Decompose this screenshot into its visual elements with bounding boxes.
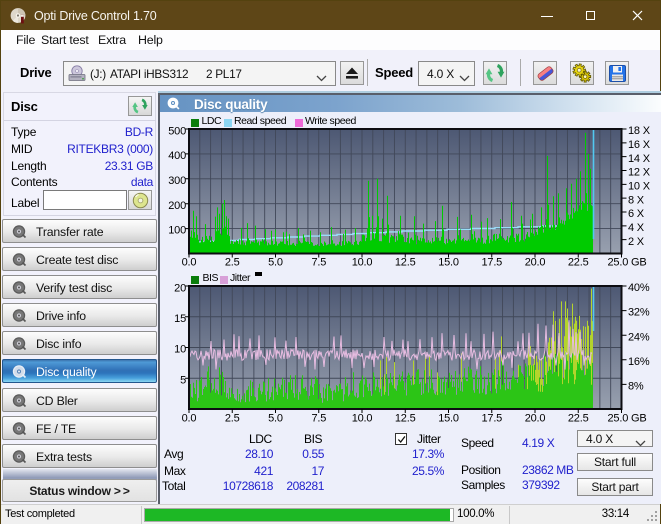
svg-text:22.5: 22.5 (568, 413, 589, 425)
svg-text:25.0 GB: 25.0 GB (608, 257, 647, 269)
svg-text:20.0: 20.0 (525, 413, 546, 425)
svg-text:10 X: 10 X (628, 180, 651, 192)
svg-text:8 X: 8 X (628, 194, 645, 206)
svg-text:24%: 24% (628, 331, 650, 343)
svg-text:16%: 16% (628, 356, 650, 368)
svg-text:10.0: 10.0 (352, 413, 373, 425)
svg-text:500: 500 (168, 126, 186, 138)
svg-text:4 X: 4 X (628, 222, 645, 234)
svg-text:6 X: 6 X (628, 208, 645, 220)
svg-text:32%: 32% (628, 307, 650, 319)
svg-text:7.5: 7.5 (311, 257, 326, 269)
svg-text:400: 400 (168, 150, 186, 162)
svg-text:15.0: 15.0 (438, 413, 459, 425)
svg-text:18 X: 18 X (628, 125, 651, 137)
svg-text:40%: 40% (628, 282, 650, 294)
svg-text:200: 200 (168, 200, 186, 212)
svg-text:8%: 8% (628, 381, 644, 393)
svg-text:5.0: 5.0 (268, 257, 283, 269)
svg-text:12.5: 12.5 (395, 413, 416, 425)
svg-text:17.5: 17.5 (481, 413, 502, 425)
svg-text:12.5: 12.5 (395, 257, 416, 269)
svg-text:5: 5 (180, 374, 186, 386)
svg-text:15.0: 15.0 (438, 257, 459, 269)
svg-text:10.0: 10.0 (352, 257, 373, 269)
svg-text:10: 10 (174, 344, 186, 356)
svg-text:2.5: 2.5 (225, 257, 240, 269)
svg-text:0.0: 0.0 (182, 413, 197, 425)
svg-text:20.0: 20.0 (525, 257, 546, 269)
svg-text:20: 20 (174, 283, 186, 295)
svg-text:22.5: 22.5 (568, 257, 589, 269)
svg-text:5.0: 5.0 (268, 413, 283, 425)
svg-text:0.0: 0.0 (182, 257, 197, 269)
svg-text:12 X: 12 X (628, 167, 651, 179)
svg-text:16 X: 16 X (628, 139, 651, 151)
svg-text:15: 15 (174, 313, 186, 325)
svg-text:2 X: 2 X (628, 236, 645, 248)
svg-text:25.0 GB: 25.0 GB (608, 413, 647, 425)
svg-text:17.5: 17.5 (481, 257, 502, 269)
svg-text:7.5: 7.5 (311, 413, 326, 425)
svg-text:14 X: 14 X (628, 153, 651, 165)
svg-text:100: 100 (168, 225, 186, 237)
svg-text:300: 300 (168, 175, 186, 187)
svg-text:2.5: 2.5 (225, 413, 240, 425)
